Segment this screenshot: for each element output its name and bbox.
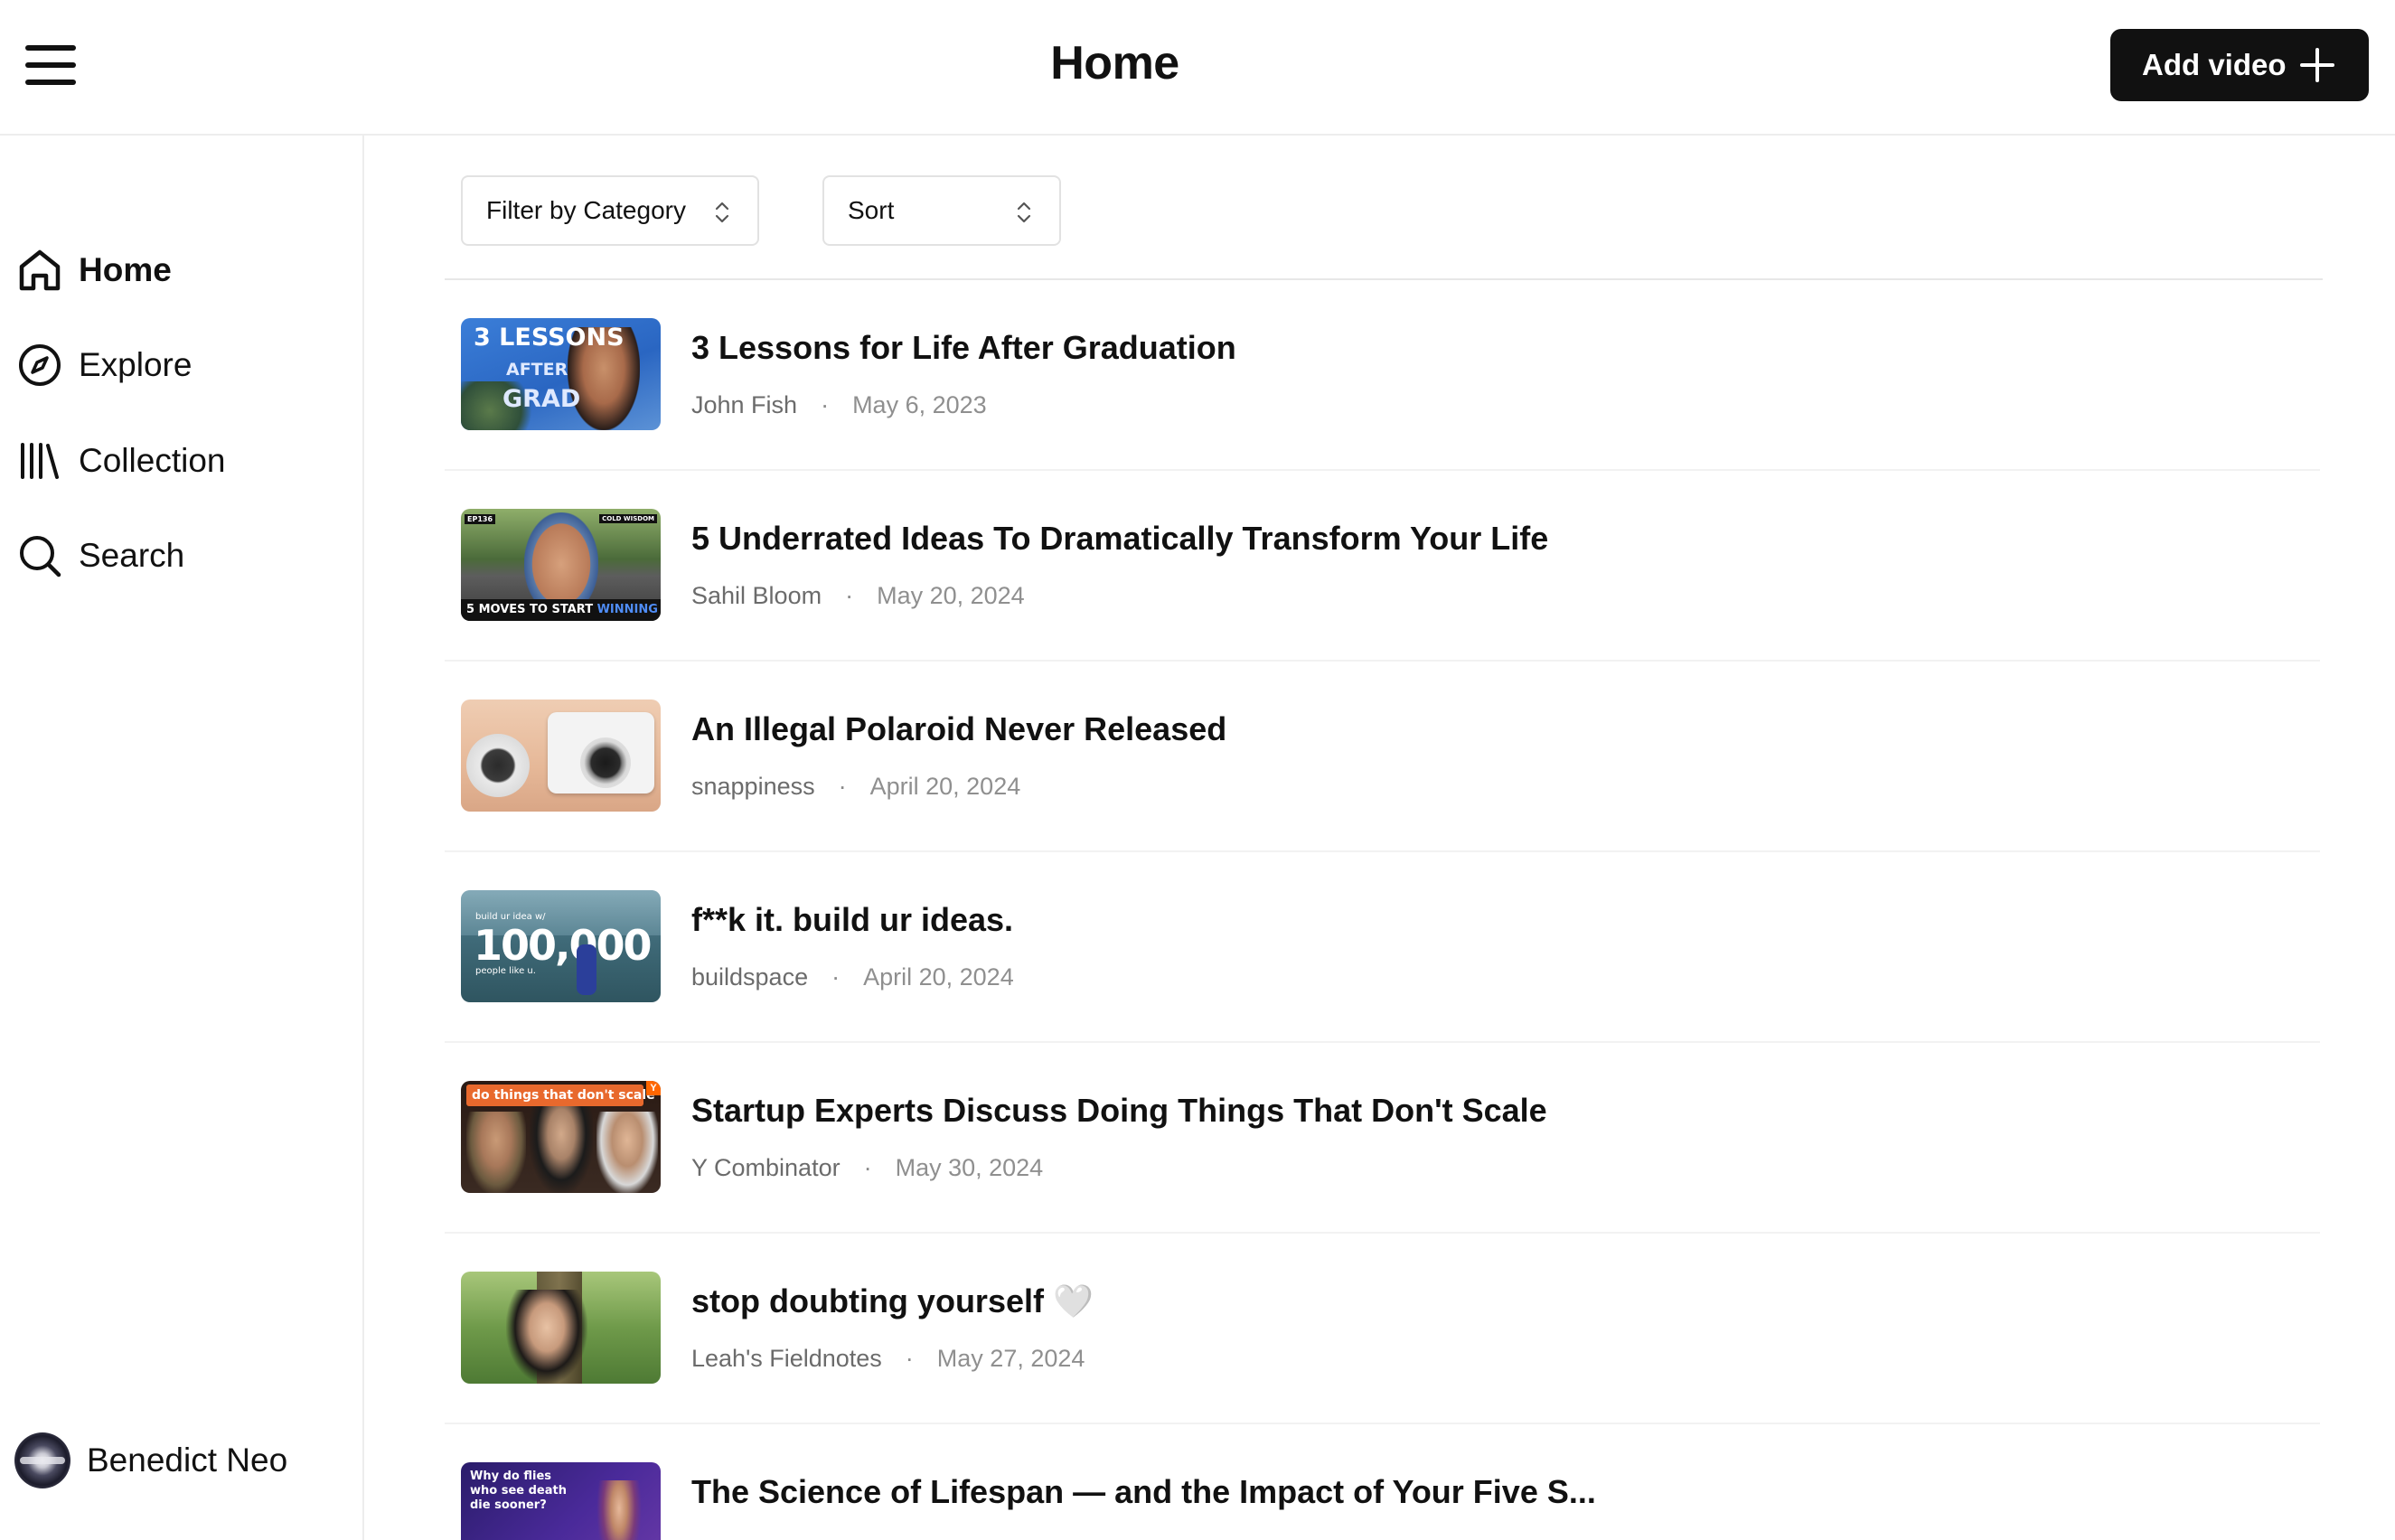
category-filter-label: Filter by Category <box>486 196 686 224</box>
video-meta: Sahil Bloom · May 20, 2024 <box>691 582 1025 610</box>
video-title[interactable]: An Illegal Polaroid Never Released <box>691 710 1226 748</box>
meta-separator: · <box>821 391 830 418</box>
thumbnail-text: 5 MOVES TO START WINNING <box>466 603 658 616</box>
thumbnail-text: do things that don't scale <box>472 1088 655 1103</box>
meta-separator: · <box>845 582 854 609</box>
video-title[interactable]: f**k it. build ur ideas. <box>691 901 1013 939</box>
thumbnail-text: 100,000 <box>474 921 653 970</box>
video-title[interactable]: The Science of Lifespan — and the Impact… <box>691 1473 1596 1511</box>
video-row[interactable]: An Illegal Polaroid Never Released snapp… <box>445 662 2320 852</box>
sidebar-item-label: Home <box>79 251 172 288</box>
video-title[interactable]: 5 Underrated Ideas To Dramatically Trans… <box>691 520 1548 558</box>
video-title[interactable]: Startup Experts Discuss Doing Things Tha… <box>691 1092 1547 1130</box>
user-profile[interactable]: Benedict Neo <box>14 1432 287 1488</box>
video-row[interactable]: do things that don't scale Y Startup Exp… <box>445 1043 2320 1234</box>
library-icon <box>21 443 59 479</box>
thumbnail-text: Why do flies who see death die sooner? <box>470 1470 567 1512</box>
video-row[interactable]: 3 LESSONS AFTER GRAD 3 Lessons for Life … <box>445 280 2320 471</box>
video-list: 3 LESSONS AFTER GRAD 3 Lessons for Life … <box>445 280 2320 1540</box>
video-thumbnail[interactable]: EP136 COLD WISDOM 5 MOVES TO START WINNI… <box>461 509 661 621</box>
sidebar-item-collection[interactable]: Collection <box>16 429 225 493</box>
video-row[interactable]: stop doubting yourself 🤍 Leah's Fieldnot… <box>445 1234 2320 1424</box>
video-author[interactable]: buildspace <box>691 963 808 991</box>
video-thumbnail[interactable] <box>461 1272 661 1384</box>
video-author[interactable]: snappiness <box>691 773 815 801</box>
video-meta: snappiness · April 20, 2024 <box>691 773 1020 801</box>
video-thumbnail[interactable]: build ur idea w/ 100,000 people like u. <box>461 890 661 1002</box>
chevron-up-down-icon <box>715 202 729 223</box>
hamburger-menu-icon[interactable] <box>25 43 78 87</box>
add-video-button[interactable]: Add video <box>2110 29 2369 101</box>
sidebar: Home Explore Collection Search Benedict … <box>0 136 364 1540</box>
sidebar-item-label: Collection <box>79 442 226 479</box>
video-date: May 6, 2023 <box>852 391 987 418</box>
sidebar-item-label: Search <box>79 537 185 574</box>
video-date: April 20, 2024 <box>869 773 1021 800</box>
video-author[interactable]: Leah's Fieldnotes <box>691 1345 882 1373</box>
video-date: May 30, 2024 <box>895 1154 1044 1181</box>
sidebar-item-home[interactable]: Home <box>16 239 172 302</box>
video-thumbnail[interactable]: do things that don't scale Y <box>461 1081 661 1193</box>
avatar <box>14 1432 70 1488</box>
search-icon <box>20 536 61 578</box>
thumbnail-text: 3 LESSONS <box>474 324 625 352</box>
sidebar-item-explore[interactable]: Explore <box>16 333 192 397</box>
sort-select[interactable]: Sort <box>822 175 1061 246</box>
home-icon <box>19 249 61 291</box>
video-author[interactable]: John Fish <box>691 391 797 419</box>
video-meta: Y Combinator · May 30, 2024 <box>691 1154 1043 1182</box>
video-title[interactable]: 3 Lessons for Life After Graduation <box>691 329 1236 367</box>
video-author[interactable]: Sahil Bloom <box>691 582 822 610</box>
add-video-label: Add video <box>2142 48 2287 81</box>
video-thumbnail[interactable] <box>461 700 661 812</box>
meta-separator: · <box>905 1345 914 1372</box>
sort-label: Sort <box>848 196 895 224</box>
category-filter-select[interactable]: Filter by Category <box>461 175 759 246</box>
video-date: May 27, 2024 <box>936 1345 1085 1372</box>
sidebar-item-search[interactable]: Search <box>16 524 184 587</box>
meta-separator: · <box>863 1154 872 1181</box>
compass-icon <box>19 344 61 386</box>
video-thumbnail[interactable]: Why do flies who see death die sooner? <box>461 1462 661 1540</box>
video-author[interactable]: Y Combinator <box>691 1154 841 1182</box>
video-row[interactable]: Why do flies who see death die sooner? T… <box>445 1424 2320 1540</box>
top-header: Home Add video <box>0 0 2395 136</box>
plus-icon <box>2300 48 2334 82</box>
video-title[interactable]: stop doubting yourself 🤍 <box>691 1282 1094 1320</box>
video-row[interactable]: build ur idea w/ 100,000 people like u. … <box>445 852 2320 1043</box>
video-meta: Leah's Fieldnotes · May 27, 2024 <box>691 1345 1085 1373</box>
video-row[interactable]: EP136 COLD WISDOM 5 MOVES TO START WINNI… <box>445 471 2320 662</box>
video-meta: John Fish · May 6, 2023 <box>691 391 987 419</box>
video-date: April 20, 2024 <box>863 963 1014 991</box>
sidebar-item-label: Explore <box>79 346 193 383</box>
page-title: Home <box>1050 37 1179 89</box>
video-meta: buildspace · April 20, 2024 <box>691 963 1014 991</box>
video-thumbnail[interactable]: 3 LESSONS AFTER GRAD <box>461 318 661 430</box>
chevron-up-down-icon <box>1017 202 1031 223</box>
video-date: May 20, 2024 <box>877 582 1025 609</box>
meta-separator: · <box>838 773 847 800</box>
user-name: Benedict Neo <box>87 1441 288 1479</box>
meta-separator: · <box>831 963 841 991</box>
